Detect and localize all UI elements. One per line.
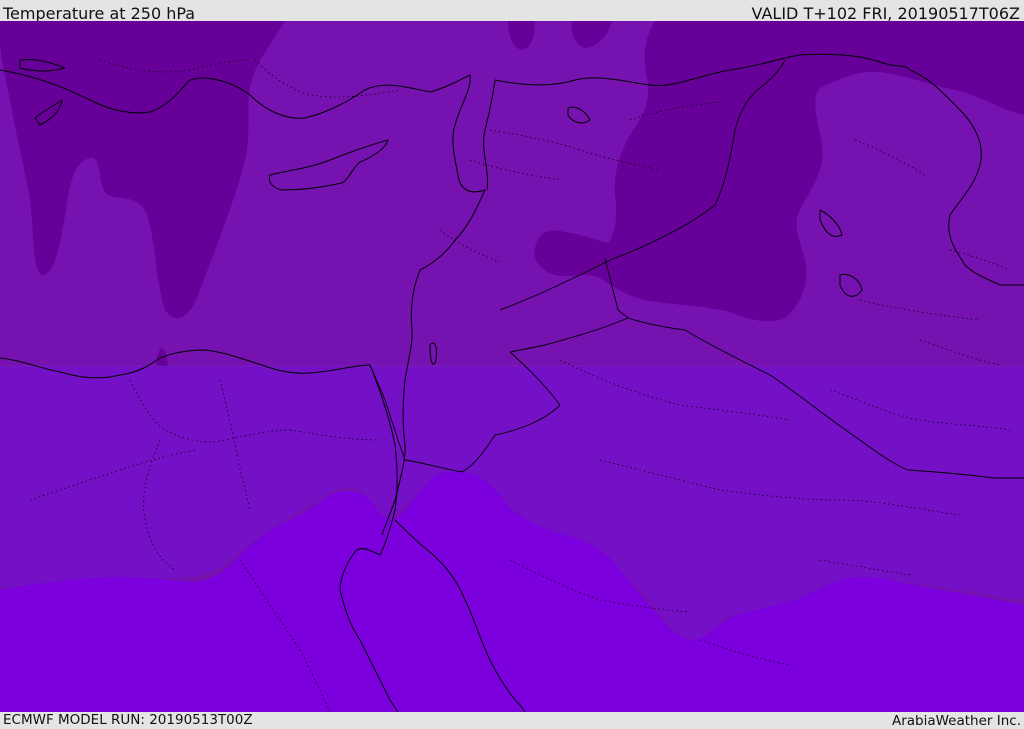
map-canvas [0,21,1024,712]
model-run-label: ECMWF MODEL RUN: 20190513T00Z [3,712,253,728]
credit-label: ArabiaWeather Inc. [891,713,1021,729]
temperature-map[interactable] [0,21,1024,712]
map-viewer: Temperature at 250 hPa VALID T+102 FRI, … [0,0,1024,729]
